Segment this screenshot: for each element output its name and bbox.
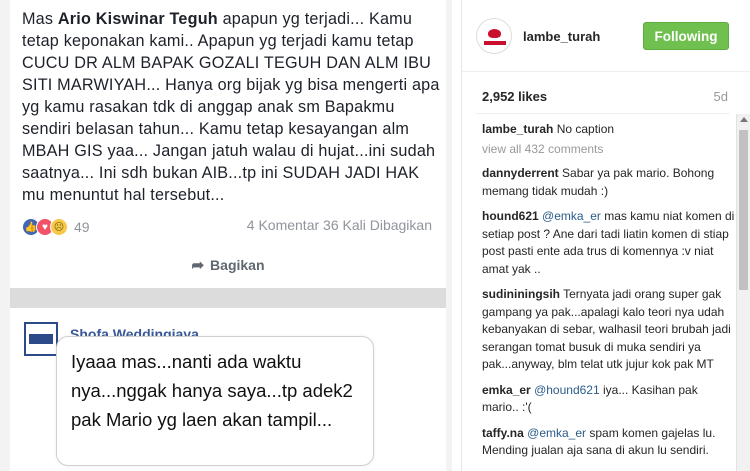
post-stats: 4 Komentar 36 Kali Dibagikan: [246, 217, 432, 233]
comment-mention[interactable]: @emka_er: [527, 426, 586, 440]
post-age: 5d: [713, 89, 728, 104]
sad-icon: ☹: [50, 218, 68, 236]
separator-band: [10, 288, 446, 308]
share-icon: ➦: [191, 257, 205, 274]
list-item: sudininingsih Ternyata jadi orang super …: [482, 286, 737, 374]
comment-user[interactable]: dannyderrent: [482, 166, 559, 180]
view-all-comments-link[interactable]: view all 432 comments: [482, 141, 737, 159]
share-label: Bagikan: [210, 257, 265, 273]
caption-text: No caption: [556, 122, 615, 136]
post-header: lambe_turah Following: [462, 0, 750, 72]
following-button[interactable]: Following: [643, 22, 729, 50]
likes-count[interactable]: 2,952 likes: [482, 89, 547, 104]
caption-user[interactable]: lambe_turah: [482, 122, 553, 136]
comments-scrollbar[interactable]: [736, 114, 750, 471]
lips-logo-icon: [488, 29, 501, 38]
commenter-avatar: [24, 322, 58, 356]
profile-username[interactable]: lambe_turah: [523, 29, 600, 44]
comment-mention[interactable]: @hound621: [534, 383, 600, 397]
comment-user[interactable]: sudininingsih: [482, 287, 560, 301]
comments-list: lambe_turah No caption view all 432 comm…: [482, 121, 737, 468]
logo-bar: [484, 41, 506, 45]
comment-user[interactable]: emka_er: [482, 383, 531, 397]
caption: lambe_turah No caption: [482, 121, 737, 139]
post-text-prefix: Mas: [22, 10, 58, 28]
list-item: hound621 @emka_er mas kamu niat komen di…: [482, 208, 737, 278]
comment-user[interactable]: taffy.na: [482, 426, 524, 440]
instagram-panel: lambe_turah Following 2,952 likes 5d lam…: [461, 0, 750, 471]
reaction-count: 49: [74, 219, 90, 235]
share-row: ➦ Bagikan: [10, 256, 446, 274]
post-text-body: apapun yg terjadi... Kamu tetap keponaka…: [22, 10, 440, 204]
facebook-post-screenshot: Mas Ario Kiswinar Teguh apapun yg terjad…: [10, 0, 446, 288]
profile-avatar[interactable]: [476, 18, 512, 54]
list-item: emka_er @hound621 iya... Kasihan pak mar…: [482, 382, 737, 417]
divider: [476, 113, 730, 114]
post-text-name: Ario Kiswinar Teguh: [57, 10, 218, 28]
post-text: Mas Ario Kiswinar Teguh apapun yg terjad…: [22, 8, 442, 206]
reactions: 👍 ♥ ☹ 49: [22, 216, 90, 238]
list-item: taffy.na @emka_er spam komen gajelas lu.…: [482, 425, 737, 460]
comment-user[interactable]: hound621: [482, 209, 539, 223]
list-item: dannyderrent Sabar ya pak mario. Bohong …: [482, 165, 737, 200]
comment-mention[interactable]: @emka_er: [542, 209, 601, 223]
comment-bubble: Iyaaa mas...nanti ada waktu nya...nggak …: [56, 336, 374, 466]
scrollbar-thumb[interactable]: [739, 130, 748, 290]
scroll-up-icon[interactable]: [740, 117, 748, 122]
post-image: Mas Ario Kiswinar Teguh apapun yg terjad…: [0, 0, 452, 471]
